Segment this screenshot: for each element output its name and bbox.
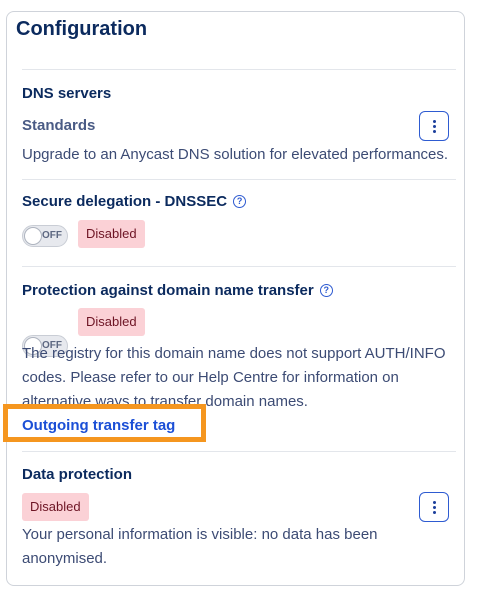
kebab-dot (432, 124, 436, 128)
data-protection-heading: Data protection (22, 466, 133, 483)
kebab-dot (432, 500, 436, 504)
kebab-dot (432, 510, 436, 514)
dnssec-toggle[interactable]: OFF (22, 225, 68, 247)
divider (22, 451, 456, 452)
data-protection-description: Your personal information is visible: no… (22, 526, 378, 567)
help-icon[interactable]: ? (233, 195, 247, 208)
dns-description: Upgrade to an Anycast DNS solution for e… (22, 146, 449, 163)
card-title: Configuration (16, 18, 148, 40)
dnssec-heading-row: Secure delegation - DNSSEC ? (22, 193, 247, 210)
data-protection-more-options-button[interactable] (419, 492, 449, 522)
kebab-dot (432, 505, 436, 509)
dns-type: Standards (22, 117, 96, 134)
transfer-protection-status-badge: Disabled (78, 308, 145, 336)
highlight-box (3, 404, 206, 442)
kebab-dot (432, 119, 436, 123)
dnssec-status-badge: Disabled (78, 220, 145, 248)
toggle-knob (24, 227, 42, 245)
data-protection-status-badge: Disabled (22, 493, 89, 521)
dnssec-heading: Secure delegation - DNSSEC (22, 193, 228, 210)
kebab-dot (432, 129, 436, 133)
dns-more-options-button[interactable] (419, 111, 449, 141)
divider (22, 179, 456, 180)
divider (22, 266, 456, 267)
toggle-off-label: OFF (42, 230, 62, 241)
dns-servers-heading: DNS servers (22, 85, 112, 102)
help-icon[interactable]: ? (319, 284, 333, 297)
transfer-protection-heading-row: Protection against domain name transfer … (22, 282, 333, 299)
transfer-protection-heading: Protection against domain name transfer (22, 282, 314, 299)
divider (22, 69, 456, 70)
